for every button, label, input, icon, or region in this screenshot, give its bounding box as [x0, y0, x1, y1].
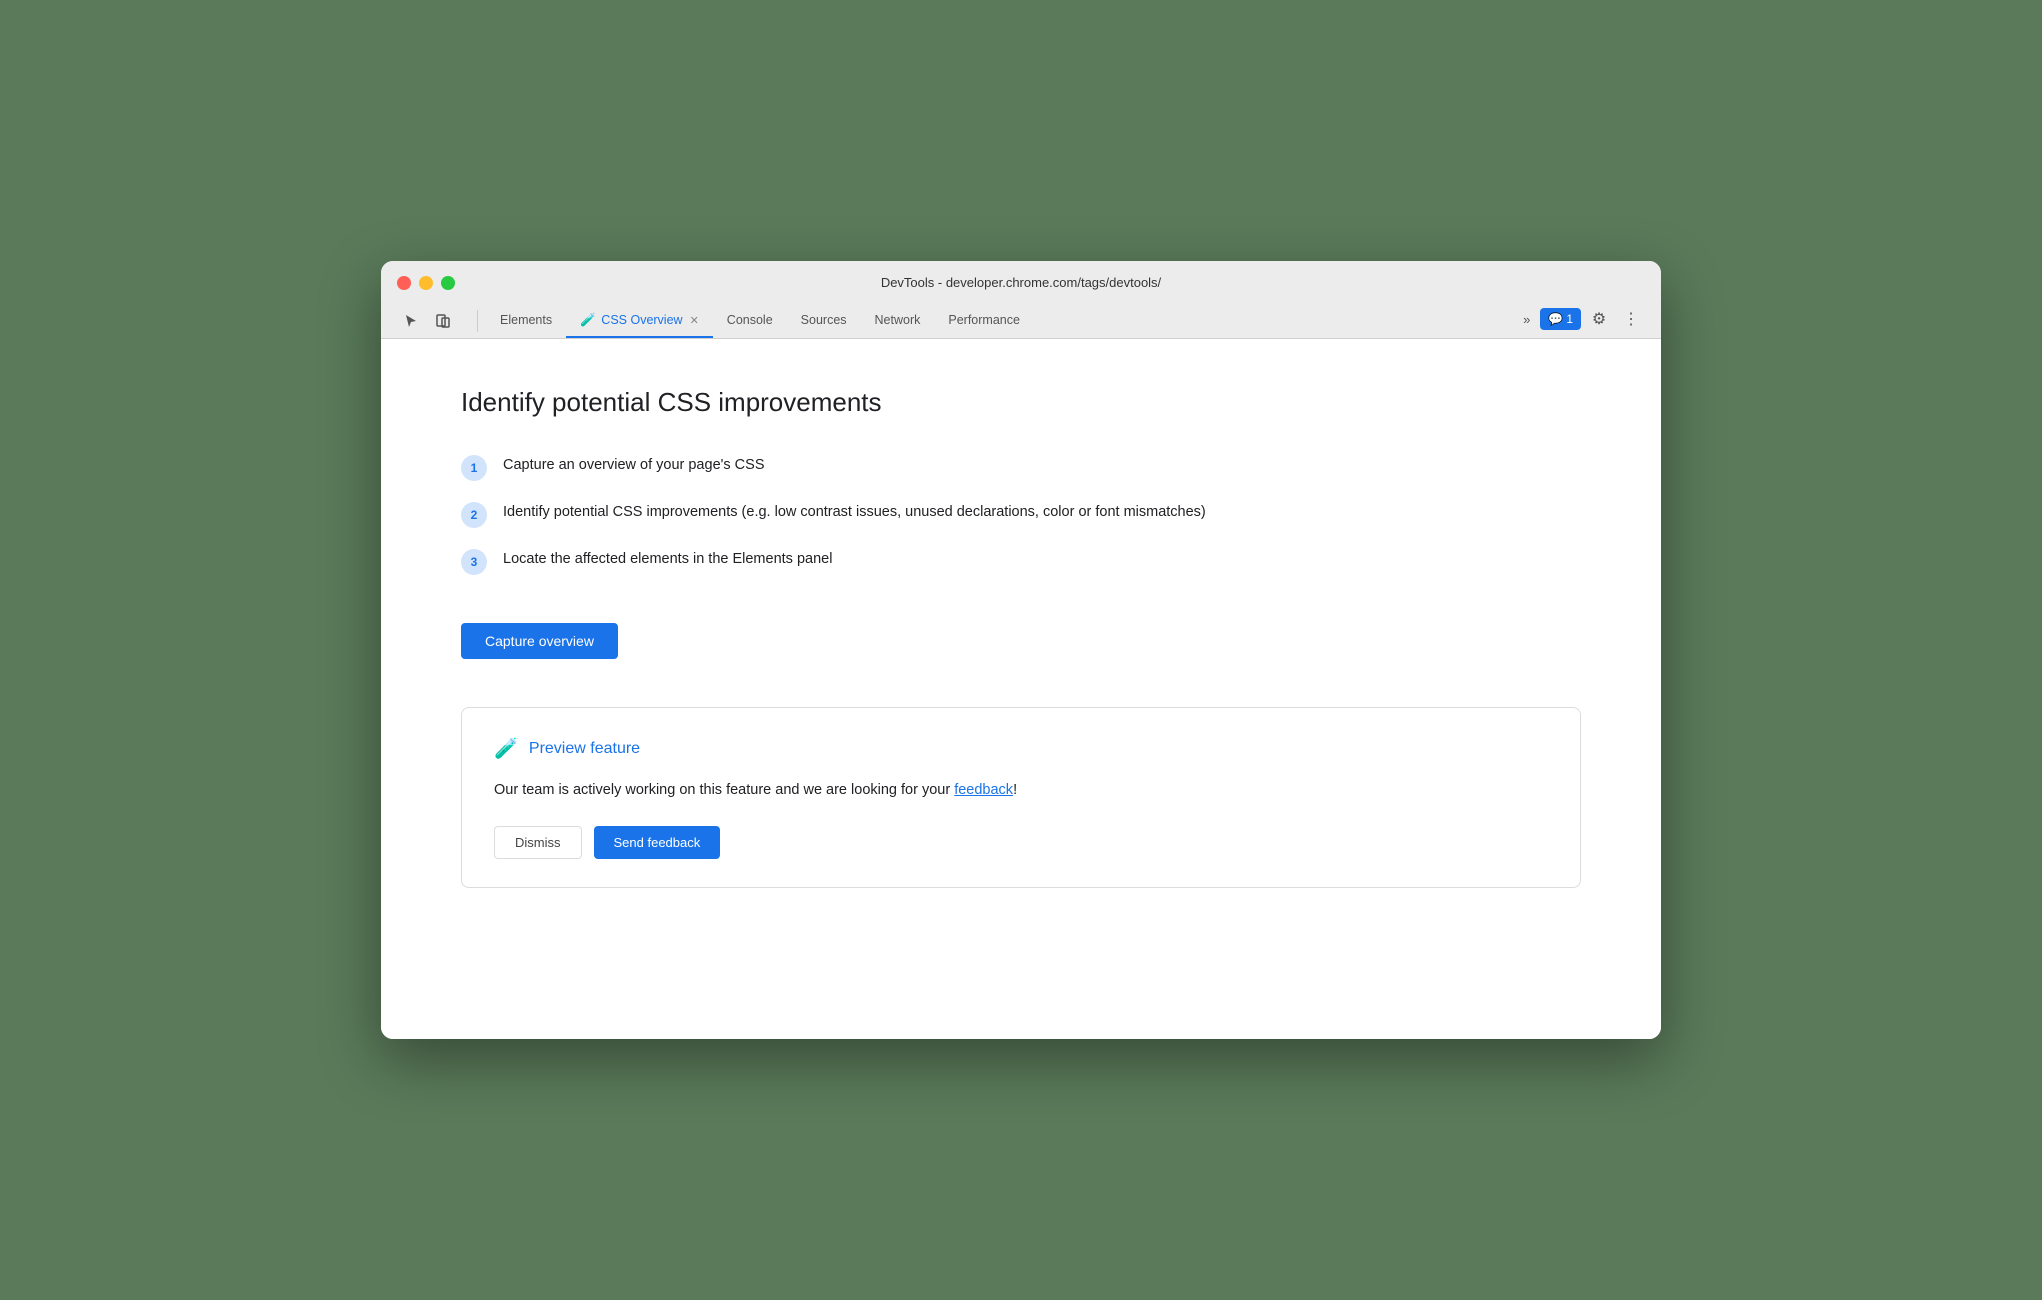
- tabs-bar: Elements 🧪 CSS Overview ✕ Console Source…: [397, 300, 1645, 338]
- settings-button[interactable]: ⚙: [1585, 305, 1613, 333]
- steps-list: 1 Capture an overview of your page's CSS…: [461, 454, 1581, 575]
- step-number-3: 3: [461, 549, 487, 575]
- tab-console[interactable]: Console: [713, 305, 787, 337]
- titlebar-top: DevTools - developer.chrome.com/tags/dev…: [397, 275, 1645, 290]
- step-number-2: 2: [461, 502, 487, 528]
- send-feedback-button[interactable]: Send feedback: [594, 826, 721, 859]
- tab-icons: [397, 307, 457, 335]
- preview-header: 🧪 Preview feature: [494, 736, 1548, 761]
- preview-card: 🧪 Preview feature Our team is actively w…: [461, 707, 1581, 888]
- tabs-right: » 💬 1 ⚙ ⋮: [1517, 305, 1645, 337]
- more-tabs-button[interactable]: »: [1517, 308, 1536, 331]
- step-item-1: 1 Capture an overview of your page's CSS: [461, 454, 1581, 481]
- tab-elements[interactable]: Elements: [486, 305, 566, 337]
- maximize-button[interactable]: [441, 276, 455, 290]
- tab-divider: [477, 310, 478, 332]
- step-text-1: Capture an overview of your page's CSS: [503, 454, 765, 477]
- window-title: DevTools - developer.chrome.com/tags/dev…: [881, 275, 1161, 290]
- preview-text-after: !: [1013, 782, 1017, 798]
- tab-css-overview[interactable]: 🧪 CSS Overview ✕: [566, 304, 713, 338]
- page-title: Identify potential CSS improvements: [461, 387, 1581, 418]
- step-item-3: 3 Locate the affected elements in the El…: [461, 548, 1581, 575]
- notification-icon: 💬: [1548, 312, 1563, 326]
- capture-overview-button[interactable]: Capture overview: [461, 623, 618, 659]
- close-button[interactable]: [397, 276, 411, 290]
- preview-buttons: Dismiss Send feedback: [494, 826, 1548, 859]
- window-controls: [397, 276, 455, 290]
- device-icon[interactable]: [429, 307, 457, 335]
- preview-description: Our team is actively working on this fea…: [494, 779, 1548, 802]
- cursor-icon[interactable]: [397, 307, 425, 335]
- flask-tab-icon: 🧪: [580, 312, 596, 328]
- more-options-button[interactable]: ⋮: [1617, 305, 1645, 333]
- minimize-button[interactable]: [419, 276, 433, 290]
- devtools-window: DevTools - developer.chrome.com/tags/dev…: [381, 261, 1661, 1039]
- step-item-2: 2 Identify potential CSS improvements (e…: [461, 501, 1581, 528]
- preview-title: Preview feature: [529, 740, 640, 758]
- tab-close-icon[interactable]: ✕: [690, 314, 699, 327]
- tab-sources[interactable]: Sources: [787, 305, 861, 337]
- tab-performance[interactable]: Performance: [934, 305, 1034, 337]
- main-content: Identify potential CSS improvements 1 Ca…: [381, 339, 1661, 1039]
- tab-network[interactable]: Network: [861, 305, 935, 337]
- preview-flask-icon: 🧪: [494, 736, 519, 761]
- step-text-2: Identify potential CSS improvements (e.g…: [503, 501, 1206, 524]
- step-number-1: 1: [461, 455, 487, 481]
- notification-button[interactable]: 💬 1: [1540, 308, 1581, 330]
- step-text-3: Locate the affected elements in the Elem…: [503, 548, 832, 571]
- preview-text-before: Our team is actively working on this fea…: [494, 782, 954, 798]
- dismiss-button[interactable]: Dismiss: [494, 826, 582, 859]
- titlebar: DevTools - developer.chrome.com/tags/dev…: [381, 261, 1661, 339]
- feedback-link[interactable]: feedback: [954, 782, 1013, 798]
